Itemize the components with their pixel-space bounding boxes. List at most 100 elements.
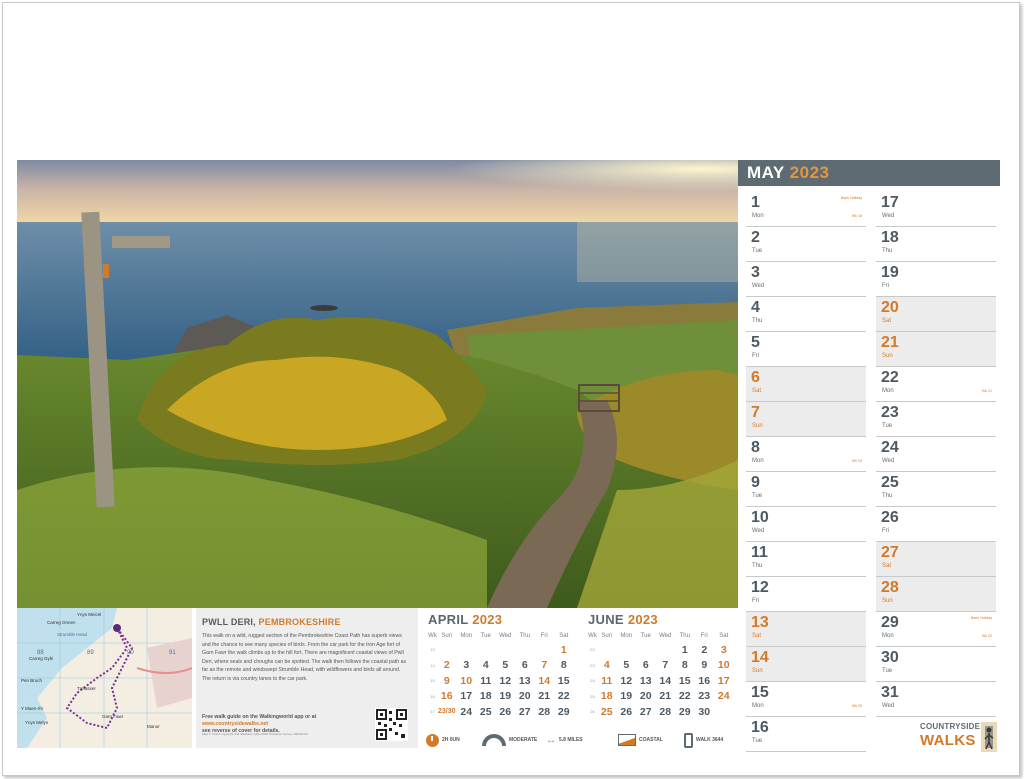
date-cell[interactable]: 14 [535, 673, 555, 689]
day-cell[interactable]: 25 Thu [876, 472, 996, 507]
day-cell[interactable]: 7 Sun [746, 402, 866, 437]
date-cell[interactable]: 15 [675, 673, 695, 689]
day-cell[interactable]: 30 Tue [876, 647, 996, 682]
date-cell[interactable]: 25 [476, 704, 496, 720]
date-cell[interactable]: 3 [457, 658, 477, 674]
date-cell[interactable]: 21 [535, 689, 555, 705]
date-cell[interactable]: 9 [695, 658, 715, 674]
date-cell[interactable] [515, 642, 535, 658]
day-cell[interactable]: 27 Sat [876, 542, 996, 577]
date-cell[interactable]: 4 [476, 658, 496, 674]
date-cell[interactable]: 11 [476, 673, 496, 689]
date-cell[interactable]: 2 [437, 658, 457, 674]
day-cell[interactable]: 6 Sat [746, 367, 866, 402]
date-cell[interactable] [476, 642, 496, 658]
date-cell[interactable]: 26 [617, 704, 637, 720]
day-cell[interactable]: 22 Mon Wk 21 [876, 367, 996, 402]
day-cell[interactable]: 17 Wed [876, 192, 996, 227]
date-cell[interactable]: 7 [535, 658, 555, 674]
date-cell[interactable]: 28 [535, 704, 555, 720]
day-cell[interactable]: 14 Sun [746, 647, 866, 682]
date-cell[interactable]: 21 [656, 689, 676, 705]
date-cell[interactable] [457, 642, 477, 658]
date-cell[interactable]: 29 [675, 704, 695, 720]
day-cell[interactable]: 8 Mon Wk 19 [746, 437, 866, 472]
date-cell[interactable] [656, 642, 676, 658]
date-cell[interactable]: 6 [636, 658, 656, 674]
date-cell[interactable]: 17 [714, 673, 734, 689]
date-cell[interactable]: 23/30 [437, 704, 457, 720]
day-cell[interactable]: 24 Wed [876, 437, 996, 472]
day-cell[interactable]: 11 Thu [746, 542, 866, 577]
date-cell[interactable]: 27 [515, 704, 535, 720]
date-cell[interactable]: 26 [496, 704, 516, 720]
date-cell[interactable]: 24 [457, 704, 477, 720]
date-cell[interactable]: 8 [554, 658, 574, 674]
date-cell[interactable]: 22 [675, 689, 695, 705]
day-cell[interactable]: 12 Fri [746, 577, 866, 612]
date-cell[interactable]: 15 [554, 673, 574, 689]
date-cell[interactable]: 23 [695, 689, 715, 705]
date-cell[interactable]: 16 [437, 689, 457, 705]
date-cell[interactable]: 9 [437, 673, 457, 689]
date-cell[interactable]: 10 [457, 673, 477, 689]
date-cell[interactable]: 25 [597, 704, 617, 720]
date-cell[interactable] [535, 642, 555, 658]
date-cell[interactable] [496, 642, 516, 658]
date-cell[interactable]: 27 [636, 704, 656, 720]
date-cell[interactable]: 17 [457, 689, 477, 705]
day-cell[interactable]: 5 Fri [746, 332, 866, 367]
day-cell[interactable]: 16 Tue [746, 717, 866, 752]
day-cell[interactable]: 31 Wed [876, 682, 996, 717]
day-cell[interactable]: 10 Wed [746, 507, 866, 542]
date-cell[interactable] [714, 704, 734, 720]
date-cell[interactable]: 6 [515, 658, 535, 674]
day-cell[interactable]: 20 Sat [876, 297, 996, 332]
date-cell[interactable]: 13 [636, 673, 656, 689]
date-cell[interactable]: 20 [636, 689, 656, 705]
day-cell[interactable]: 18 Thu [876, 227, 996, 262]
date-cell[interactable]: 18 [597, 689, 617, 705]
date-cell[interactable]: 1 [675, 642, 695, 658]
date-cell[interactable] [437, 642, 457, 658]
day-cell[interactable]: 19 Fri [876, 262, 996, 297]
date-cell[interactable]: 22 [554, 689, 574, 705]
date-cell[interactable] [636, 642, 656, 658]
qr-code-icon[interactable] [375, 708, 408, 741]
day-cell[interactable]: 26 Fri [876, 507, 996, 542]
date-cell[interactable]: 3 [714, 642, 734, 658]
date-cell[interactable]: 12 [496, 673, 516, 689]
day-cell[interactable]: 29 Mon Bank Holiday Wk 22 [876, 612, 996, 647]
date-cell[interactable]: 1 [554, 642, 574, 658]
date-cell[interactable]: 11 [597, 673, 617, 689]
date-cell[interactable]: 19 [496, 689, 516, 705]
date-cell[interactable]: 7 [656, 658, 676, 674]
day-cell[interactable]: 23 Tue [876, 402, 996, 437]
date-cell[interactable]: 8 [675, 658, 695, 674]
date-cell[interactable] [617, 642, 637, 658]
date-cell[interactable]: 4 [597, 658, 617, 674]
date-cell[interactable]: 19 [617, 689, 637, 705]
date-cell[interactable]: 5 [496, 658, 516, 674]
date-cell[interactable]: 18 [476, 689, 496, 705]
date-cell[interactable]: 14 [656, 673, 676, 689]
date-cell[interactable]: 10 [714, 658, 734, 674]
date-cell[interactable]: 28 [656, 704, 676, 720]
date-cell[interactable]: 30 [695, 704, 715, 720]
day-cell[interactable]: 2 Tue [746, 227, 866, 262]
day-cell[interactable]: 21 Sun [876, 332, 996, 367]
date-cell[interactable]: 5 [617, 658, 637, 674]
date-cell[interactable]: 29 [554, 704, 574, 720]
guide-url-link[interactable]: www.countrysidewalks.net [202, 721, 268, 727]
date-cell[interactable]: 16 [695, 673, 715, 689]
date-cell[interactable]: 2 [695, 642, 715, 658]
day-cell[interactable]: 15 Mon Wk 20 [746, 682, 866, 717]
day-cell[interactable]: 1 Mon Bank Holiday Wk 18 [746, 192, 866, 227]
day-cell[interactable]: 3 Wed [746, 262, 866, 297]
date-cell[interactable] [597, 642, 617, 658]
day-cell[interactable]: 28 Sun [876, 577, 996, 612]
date-cell[interactable]: 13 [515, 673, 535, 689]
day-cell[interactable]: 4 Thu [746, 297, 866, 332]
day-cell[interactable]: 13 Sat [746, 612, 866, 647]
date-cell[interactable]: 20 [515, 689, 535, 705]
